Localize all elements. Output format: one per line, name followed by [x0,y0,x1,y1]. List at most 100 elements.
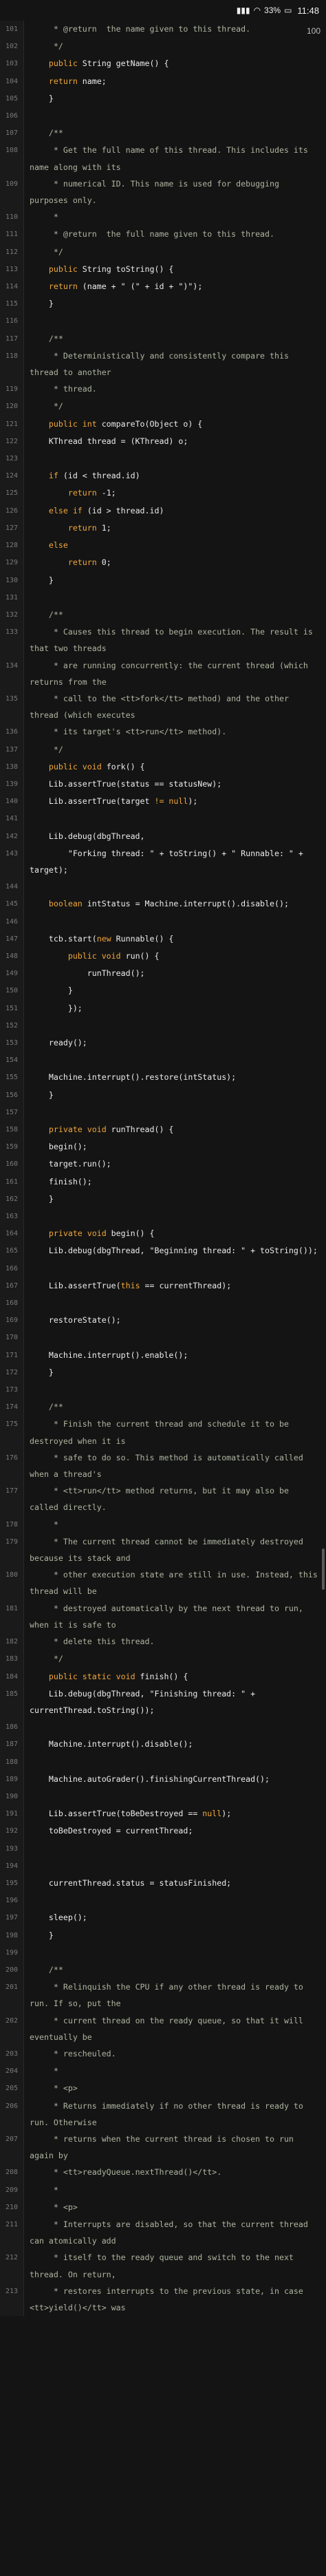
code-text[interactable]: * Relinquish the CPU if any other thread… [24,1979,326,2012]
code-text[interactable]: public int compareTo(Object o) { [24,416,326,432]
code-line[interactable]: 141 [0,810,326,828]
code-text[interactable]: * Deterministically and consistently com… [24,348,326,381]
code-line[interactable]: 201 * Relinquish the CPU if any other th… [0,1979,326,2012]
code-text[interactable]: } [24,572,326,588]
code-line[interactable]: 114 return (name + " (" + id + ")"); [0,278,326,296]
code-text[interactable]: * The current thread cannot be immediate… [24,1533,326,1566]
code-line[interactable]: 188 [0,1753,326,1771]
code-line[interactable]: 132 /** [0,606,326,624]
code-line[interactable]: 135 * call to the <tt>fork</tt> method) … [0,690,326,724]
code-text[interactable]: * Causes this thread to begin execution.… [24,624,326,657]
code-line[interactable]: 125 return -1; [0,485,326,502]
code-text[interactable]: */ [24,244,326,260]
code-text[interactable]: public void fork() { [24,758,326,775]
code-text[interactable]: */ [24,38,326,54]
code-line[interactable]: 191 Lib.assertTrue(toBeDestroyed == null… [0,1805,326,1823]
code-line[interactable]: 165 Lib.debug(dbgThread, "Beginning thre… [0,1242,326,1260]
code-text[interactable]: runThread(); [24,965,326,981]
scrollbar-thumb[interactable] [322,1548,325,1590]
code-text[interactable]: */ [24,398,326,414]
code-text[interactable]: Lib.assertTrue(target != null); [24,793,326,809]
code-text[interactable]: * returns when the current thread is cho… [24,2131,326,2164]
code-line[interactable]: 211 * Interrupts are disabled, so that t… [0,2216,326,2250]
code-line[interactable]: 153 ready(); [0,1034,326,1052]
code-line[interactable]: 147 tcb.start(new Runnable() { [0,930,326,948]
code-line[interactable]: 160 target.run(); [0,1156,326,1173]
code-line[interactable]: 150 } [0,982,326,1000]
code-line[interactable]: 145 boolean intStatus = Machine.interrup… [0,895,326,913]
code-text[interactable]: Lib.debug(dbgThread, [24,828,326,844]
code-line[interactable]: 126 else if (id > thread.id) [0,502,326,520]
code-text[interactable]: * Get the full name of this thread. This… [24,142,326,175]
code-text[interactable]: * Interrupts are disabled, so that the c… [24,2216,326,2249]
code-line[interactable]: 103 public String getName() { [0,55,326,73]
code-text[interactable]: }); [24,1000,326,1016]
code-line[interactable]: 107 /** [0,125,326,142]
code-line[interactable]: 181 * destroyed automatically by the nex… [0,1599,326,1634]
code-text[interactable]: * <tt>run</tt> method returns, but it ma… [24,1482,326,1515]
code-line[interactable]: 113 public String toString() { [0,260,326,279]
code-text[interactable]: */ [24,1650,326,1667]
code-line[interactable]: 212 * itself to the ready queue and swit… [0,2249,326,2283]
code-line[interactable]: 202 * current thread on the ready queue,… [0,2012,326,2045]
code-text[interactable]: return -1; [24,485,326,501]
code-text[interactable]: * [24,2182,326,2198]
code-text[interactable]: * Returns immediately if no other thread… [24,2098,326,2131]
code-line[interactable]: 187 Machine.interrupt().disable(); [0,1736,326,1754]
code-line[interactable]: 179 * The current thread cannot be immed… [0,1533,326,1567]
code-line[interactable]: 139 Lib.assertTrue(status == statusNew); [0,775,326,794]
code-text[interactable]: * rescheuled. [24,2045,326,2062]
code-text[interactable]: if (id < thread.id) [24,467,326,484]
code-text[interactable]: } [24,1364,326,1381]
code-line[interactable]: 105 } [0,89,326,108]
code-line[interactable]: 134 * are running concurrently: the curr… [0,657,326,690]
code-line[interactable]: 131 [0,588,326,606]
code-text[interactable]: Lib.debug(dbgThread, "Finishing thread: … [24,1685,326,1718]
code-text[interactable]: return (name + " (" + id + ")"); [24,278,326,295]
code-text[interactable]: return 1; [24,520,326,536]
code-line[interactable]: 101 * @return the name given to this thr… [0,21,326,39]
code-line[interactable]: 116 [0,312,326,330]
code-text[interactable]: } [24,1087,326,1103]
code-text[interactable]: } [24,1191,326,1207]
code-text[interactable]: boolean intStatus = Machine.interrupt().… [24,895,326,912]
code-line[interactable]: 115 } [0,295,326,313]
code-text[interactable]: } [24,295,326,312]
code-text[interactable]: currentThread.status = statusFinished; [24,1875,326,1891]
code-text[interactable]: * numerical ID. This name is used for de… [24,175,326,209]
code-text[interactable]: restoreState(); [24,1312,326,1328]
code-line[interactable]: 163 [0,1208,326,1226]
code-line[interactable]: 170 [0,1329,326,1347]
code-line[interactable]: 158 private void runThread() { [0,1121,326,1139]
code-line[interactable]: 106 [0,107,326,125]
code-line[interactable]: 208 * <tt>readyQueue.nextThread()</tt>. [0,2164,326,2182]
code-line[interactable]: 177 * <tt>run</tt> method returns, but i… [0,1482,326,1516]
code-line[interactable]: 118 * Deterministically and consistently… [0,347,326,381]
code-text[interactable]: toBeDestroyed = currentThread; [24,1822,326,1839]
code-line[interactable]: 133 * Causes this thread to begin execut… [0,624,326,657]
code-text[interactable]: /** [24,606,326,623]
code-text[interactable]: finish(); [24,1173,326,1190]
code-line[interactable]: 119 * thread. [0,381,326,398]
code-text[interactable]: * itself to the ready queue and switch t… [24,2249,326,2282]
code-line[interactable]: 206 * Returns immediately if no other th… [0,2097,326,2131]
code-text[interactable]: * [24,209,326,225]
code-line[interactable]: 129 return 0; [0,554,326,572]
code-line[interactable]: 159 begin(); [0,1138,326,1156]
code-text[interactable]: Machine.autoGrader().finishingCurrentThr… [24,1771,326,1787]
code-text[interactable]: * other execution state are still in use… [24,1566,326,1599]
code-line[interactable]: 137 */ [0,741,326,758]
code-line[interactable]: 186 [0,1718,326,1736]
code-line[interactable]: 204 * [0,2063,326,2080]
code-line[interactable]: 136 * its target's <tt>run</tt> method). [0,723,326,741]
code-line[interactable]: 109 * numerical ID. This name is used fo… [0,175,326,209]
code-text[interactable]: * current thread on the ready queue, so … [24,2012,326,2045]
code-line[interactable]: 166 [0,1259,326,1277]
code-text[interactable]: else [24,537,326,553]
code-line[interactable]: 196 [0,1892,326,1910]
code-text[interactable]: * its target's <tt>run</tt> method). [24,723,326,740]
code-text[interactable]: * are running concurrently: the current … [24,657,326,690]
code-line[interactable]: 112 */ [0,243,326,261]
code-line[interactable]: 168 [0,1295,326,1312]
code-line[interactable]: 127 return 1; [0,519,326,537]
